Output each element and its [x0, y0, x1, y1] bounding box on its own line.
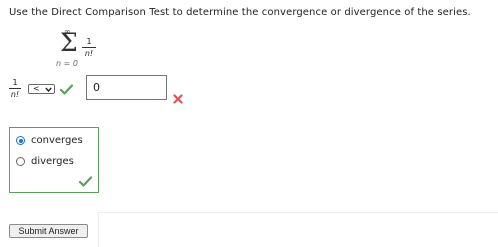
option-diverges[interactable]: diverges [16, 156, 74, 167]
fraction-bar [9, 88, 21, 89]
divider [98, 212, 498, 213]
conclusion-choice-group: converges diverges [9, 127, 99, 193]
option-label: converges [31, 135, 83, 146]
chevron-down-icon [45, 87, 52, 93]
series-term-denominator: n! [84, 49, 94, 58]
operator-select-value: < [33, 84, 40, 93]
close-icon [173, 94, 183, 104]
check-icon [79, 176, 92, 187]
series-term-numerator: 1 [86, 37, 92, 46]
comparison-term-denominator: n! [10, 90, 20, 99]
answer-input[interactable] [86, 75, 167, 100]
operator-select[interactable]: < [28, 84, 55, 94]
radio-button[interactable] [16, 157, 25, 166]
question-prompt: Use the Direct Comparison Test to determ… [9, 7, 471, 18]
series-term: 1 n! [82, 37, 96, 58]
option-converges[interactable]: converges [16, 135, 83, 146]
comparison-term: 1 n! [9, 78, 21, 99]
radio-button-checked[interactable] [16, 136, 25, 145]
option-label: diverges [31, 156, 74, 167]
sigma-symbol: Σ [60, 28, 78, 57]
divider [98, 212, 99, 247]
submit-answer-button[interactable]: Submit Answer [9, 224, 88, 238]
comparison-term-numerator: 1 [12, 78, 18, 87]
fraction-bar [82, 47, 96, 48]
check-icon [60, 84, 73, 95]
series-lower-limit: n = 0 [56, 59, 78, 68]
